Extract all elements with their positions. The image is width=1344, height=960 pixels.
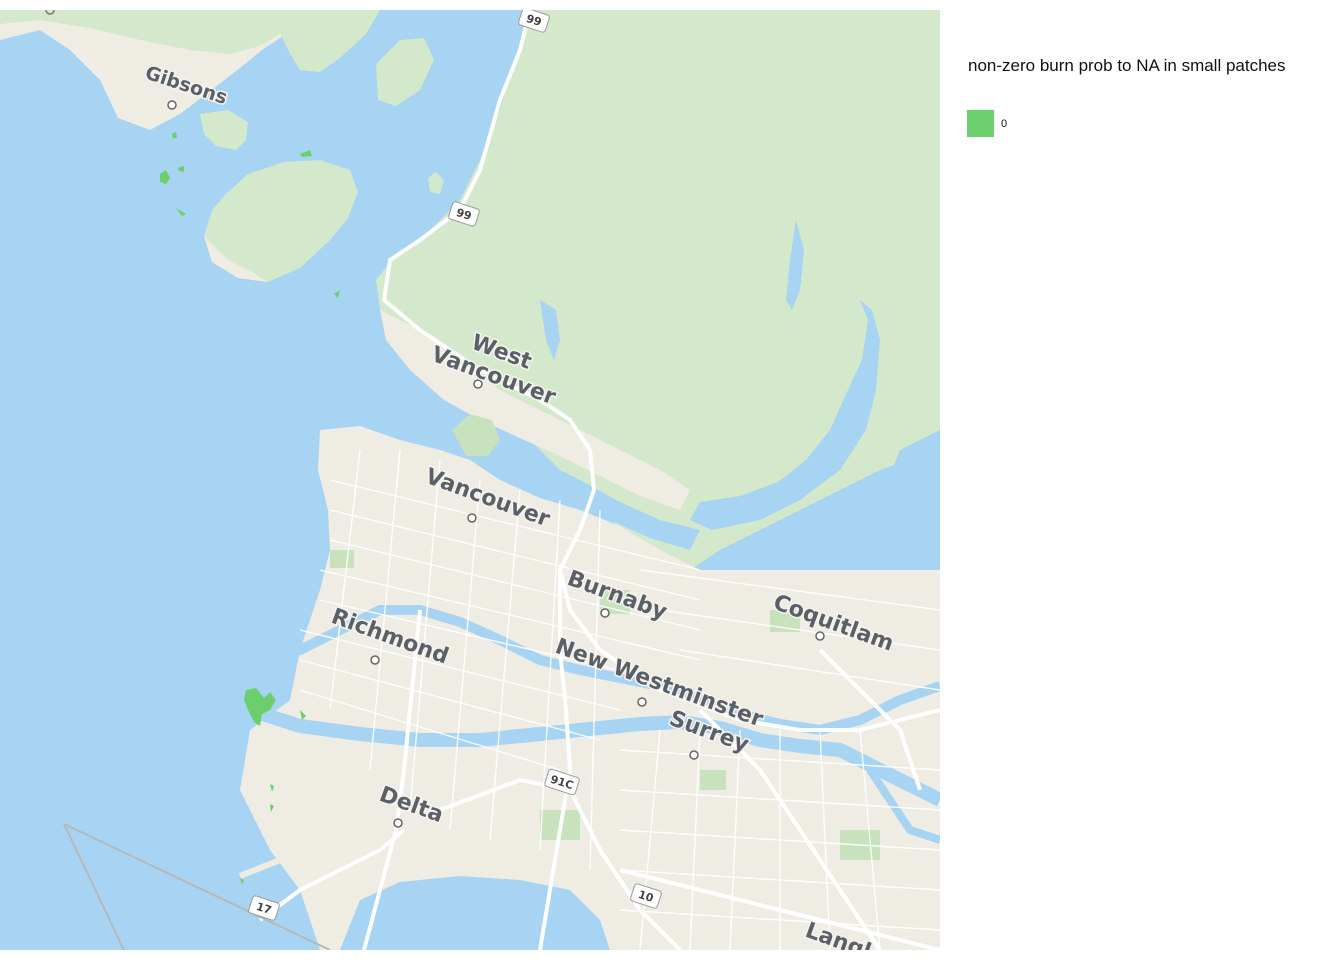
city-marker-surrey bbox=[689, 750, 699, 760]
city-marker-burnaby bbox=[600, 608, 610, 618]
park bbox=[330, 550, 354, 568]
legend-label: 0 bbox=[1001, 117, 1008, 130]
legend: non-zero burn prob to NA in small patche… bbox=[967, 56, 1286, 137]
legend-swatch bbox=[967, 110, 994, 137]
legend-title: non-zero burn prob to NA in small patche… bbox=[968, 56, 1286, 75]
city-marker-new-westminster bbox=[637, 697, 647, 707]
map-view[interactable]: Gibsons West Vancouver Vancouver Burnaby… bbox=[0, 10, 940, 950]
city-marker-gibsons bbox=[167, 100, 177, 110]
basemap: Gibsons West Vancouver Vancouver Burnaby… bbox=[0, 10, 940, 950]
city-marker-delta bbox=[393, 818, 403, 828]
legend-item: 0 bbox=[967, 110, 1286, 137]
city-marker-vancouver bbox=[467, 513, 477, 523]
city-marker-richmond bbox=[370, 655, 380, 665]
park bbox=[700, 770, 726, 790]
city-marker-coquitlam bbox=[815, 631, 825, 641]
